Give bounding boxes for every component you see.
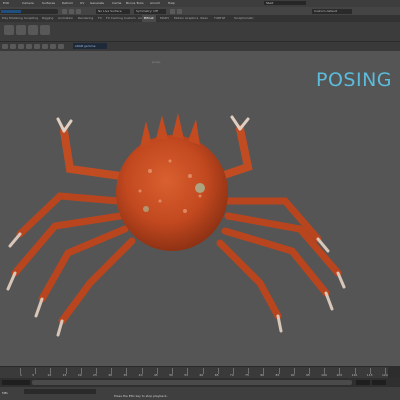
menu-edit[interactable]: Edit <box>3 0 9 7</box>
timeline-frame-label: 85 <box>275 373 280 377</box>
timeline-frame-label: 30 <box>108 373 113 377</box>
textured-icon[interactable] <box>42 44 48 49</box>
viewport[interactable]: persp POSING R <box>0 51 400 366</box>
timeline-tick <box>35 368 37 374</box>
menu-uv[interactable]: UV <box>80 0 84 7</box>
mode-selector-fill <box>1 10 21 13</box>
menu-arnold[interactable]: Arnold <box>150 0 160 7</box>
shelf-tool-icon[interactable] <box>40 25 50 35</box>
timeline-frame-label: 80 <box>260 373 265 377</box>
tab-bifrost[interactable]: Bifrost <box>142 15 156 22</box>
tab-fx[interactable]: FX <box>98 15 102 22</box>
tab-sculptomatic[interactable]: Sculptomatic <box>234 15 254 22</box>
help-line: Press the ESC key to stop playback. <box>114 394 168 398</box>
tab-turtle[interactable]: TURTLE <box>214 15 225 22</box>
tab-custom[interactable]: Custom <box>124 15 136 22</box>
shelf-tool-icon[interactable] <box>4 25 14 35</box>
menu-help[interactable]: Help <box>168 0 175 7</box>
timeline-frame-label: 105 <box>336 373 343 377</box>
timeline-frame-label: 25 <box>93 373 97 377</box>
workspace-label: Start <box>266 1 274 5</box>
menu-surfaces[interactable]: Surfaces <box>42 0 55 7</box>
colorspace-field[interactable]: sRGB gamma <box>73 43 107 49</box>
tab-fx-caching[interactable]: FX Caching <box>106 15 123 22</box>
timeline-frame-label: 65 <box>214 373 219 377</box>
current-frame-box[interactable] <box>388 366 400 378</box>
playback-start-field[interactable] <box>16 380 30 385</box>
timeline-frame-label: 20 <box>77 373 82 377</box>
view-icon[interactable] <box>2 44 8 49</box>
custom-field[interactable]: Custom default <box>312 9 352 14</box>
timeline-frame-label: 110 <box>351 373 358 377</box>
timeline-frame-label: 95 <box>305 373 310 377</box>
timeline-frame-label: 70 <box>229 373 234 377</box>
timeline-frame-label: 5 <box>32 373 35 377</box>
wireframe-icon[interactable] <box>26 44 32 49</box>
shaded-icon[interactable] <box>34 44 40 49</box>
end-frame-field[interactable] <box>372 380 386 385</box>
menu-deform[interactable]: Deform <box>62 0 73 7</box>
timeline-frame-label: 10 <box>47 373 52 377</box>
shelf-tool-icon[interactable] <box>16 25 26 35</box>
tab-poly-modeling[interactable]: Poly Modeling <box>2 15 23 22</box>
timeline-frame-label: 45 <box>153 373 158 377</box>
barnacle <box>143 206 149 212</box>
barnacle <box>195 183 205 193</box>
timeline-frame-label: 75 <box>245 373 249 377</box>
snap-icon[interactable] <box>170 9 175 14</box>
right-legs <box>216 197 342 320</box>
shelf-tool-icon[interactable] <box>28 25 38 35</box>
playback-end-field[interactable] <box>356 380 370 385</box>
menu-cache[interactable]: Cache <box>112 0 121 7</box>
timeline-frame-label: 90 <box>290 373 295 377</box>
timeline-frame-label: 15 <box>62 373 67 377</box>
lights-icon[interactable] <box>50 44 56 49</box>
tab-rigging[interactable]: Rigging <box>42 15 53 22</box>
menu-generate[interactable]: Generate <box>90 0 104 7</box>
timeline-frame-label: 60 <box>199 373 204 377</box>
range-slider[interactable] <box>32 380 352 385</box>
symmetry-field[interactable]: Symmetry: Off <box>134 9 166 14</box>
tab-sculpting[interactable]: Sculpting <box>24 15 38 22</box>
crab-model <box>6 113 346 337</box>
history-icon[interactable] <box>177 9 182 14</box>
shadows-icon[interactable] <box>58 44 64 49</box>
tab-xgen[interactable]: XGen <box>200 15 208 22</box>
menu-bonus-tools[interactable]: Bonus Tools <box>126 0 144 7</box>
tab-animation[interactable]: Animation <box>58 15 73 22</box>
grid-icon[interactable] <box>18 44 24 49</box>
timeline-start-label: 1 <box>20 373 22 377</box>
timeline-frame-label: 35 <box>123 373 128 377</box>
paint-tool-icon[interactable] <box>76 9 81 14</box>
camera-icon[interactable] <box>10 44 16 49</box>
timeline-frame-label: 40 <box>138 373 143 377</box>
timeline-frame-label: 120 <box>382 373 388 377</box>
pincers <box>56 115 250 133</box>
timeline-frame-label: 115 <box>366 373 373 377</box>
command-input[interactable] <box>24 389 96 394</box>
carapace <box>116 135 228 251</box>
menu-camera[interactable]: Camera <box>22 0 34 7</box>
timeline-frame-label: 55 <box>184 373 189 377</box>
select-tool-icon[interactable] <box>62 9 67 14</box>
tab-motion-graphics[interactable]: Motion Graphics <box>174 15 198 22</box>
left-legs <box>11 192 136 325</box>
start-frame-field[interactable] <box>2 380 16 385</box>
timeline-frame-label: 50 <box>169 373 173 377</box>
tab-mash[interactable]: MASH <box>160 15 169 22</box>
command-language-label[interactable]: MEL <box>2 391 8 395</box>
menu-bar <box>0 0 400 7</box>
shelf-icons <box>0 22 400 41</box>
live-surface-field[interactable]: No Live Surface <box>96 9 130 14</box>
lasso-tool-icon[interactable] <box>69 9 74 14</box>
tab-rendering[interactable]: Rendering <box>78 15 93 22</box>
timeline-frame-label: 100 <box>321 373 327 377</box>
